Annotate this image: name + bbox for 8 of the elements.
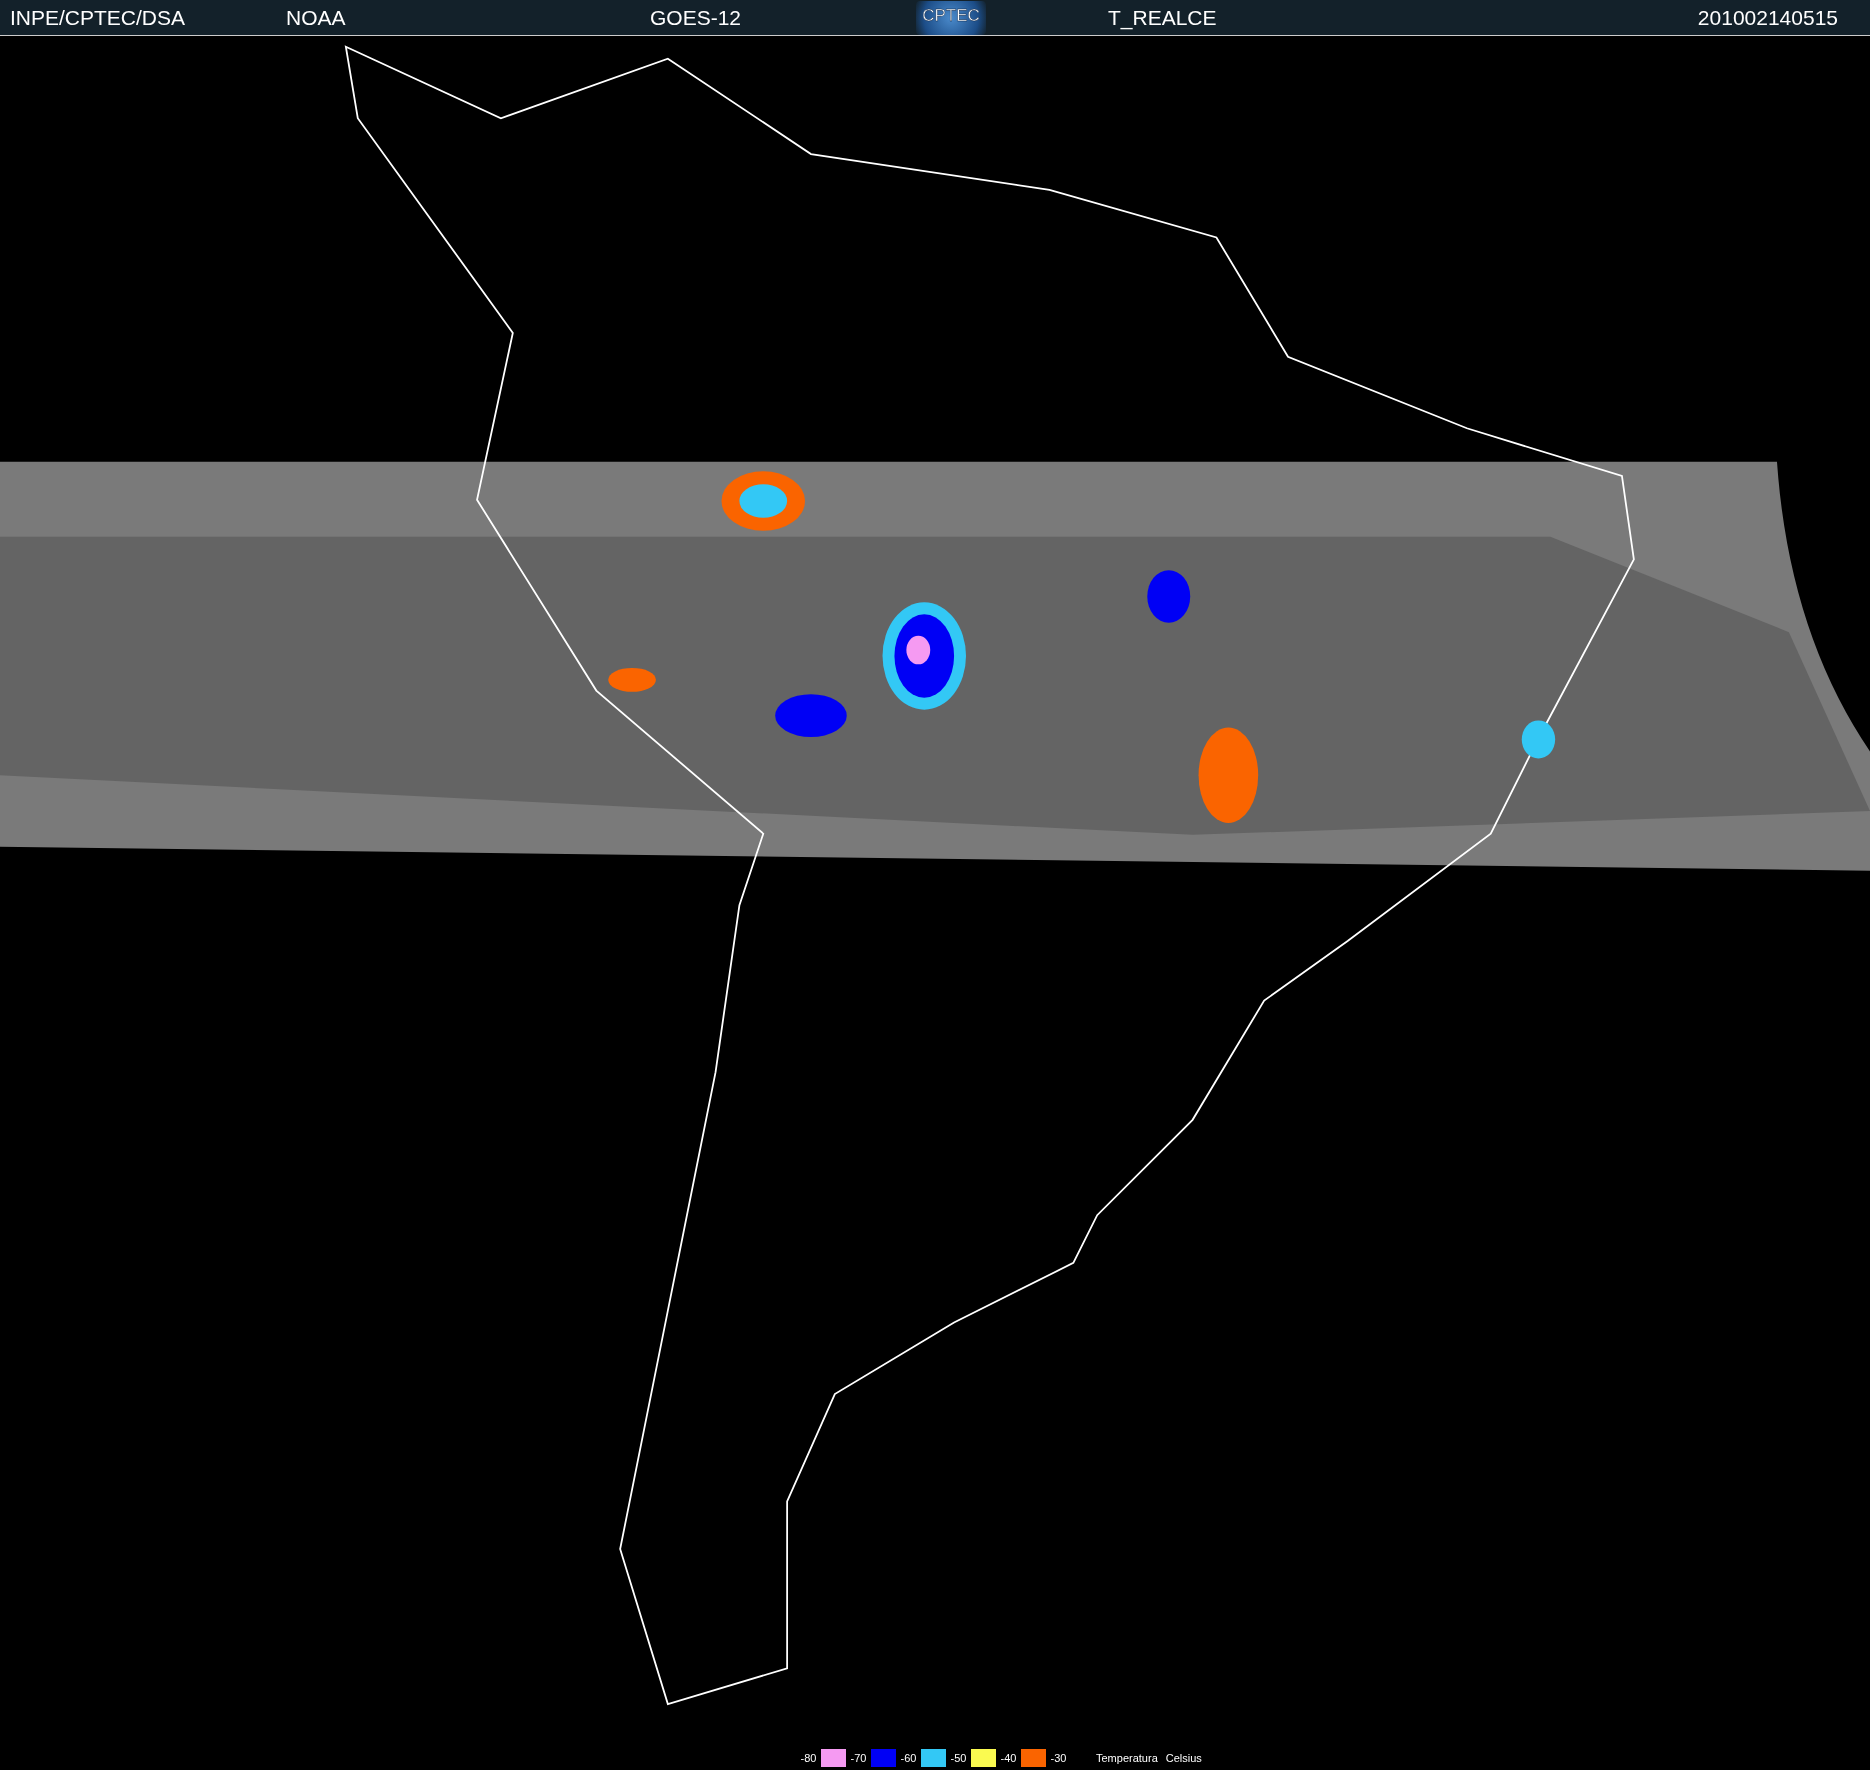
product-label: T_REALCE <box>1108 5 1217 30</box>
logo: CPTEC <box>916 0 986 35</box>
source-label: INPE/CPTEC/DSA <box>10 5 186 30</box>
agency-label: NOAA <box>286 5 346 30</box>
satellite-label: GOES-12 <box>650 5 742 30</box>
timestamp-label: 201002140515 <box>1697 5 1838 30</box>
legend-caption: Temperatura <box>1096 1752 1158 1764</box>
legend-unit: Celsius <box>1165 1752 1202 1764</box>
